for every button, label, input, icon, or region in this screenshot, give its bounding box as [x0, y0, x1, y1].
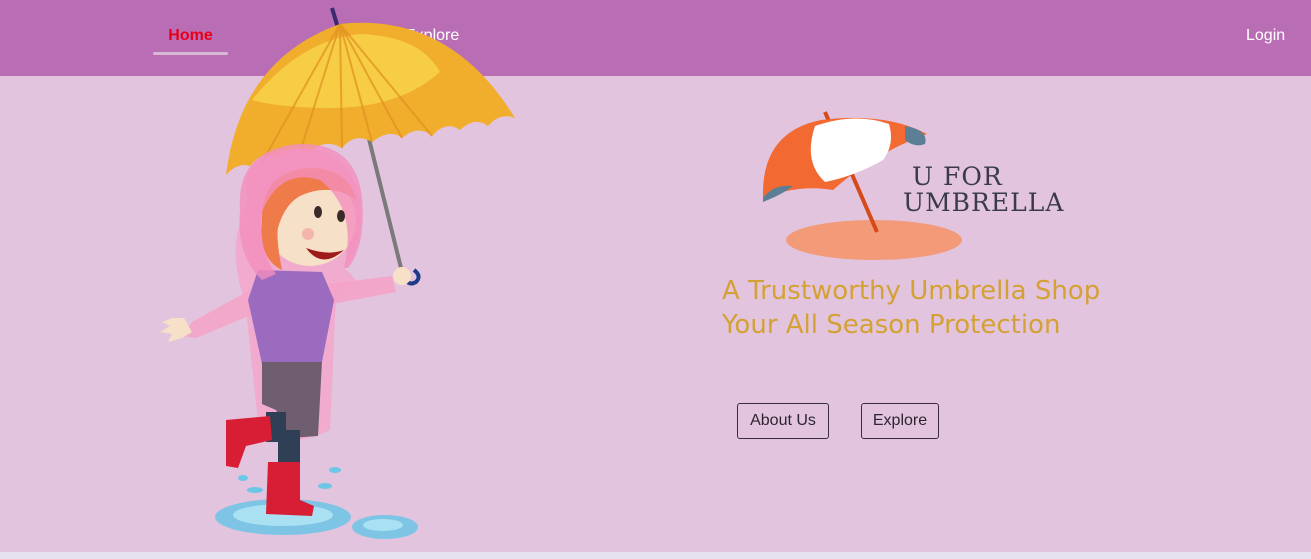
- logo-text-line2: UMBRELLA: [903, 188, 1065, 217]
- nav-login-link[interactable]: Login: [1246, 27, 1285, 45]
- about-us-button[interactable]: About Us: [737, 403, 829, 439]
- hero-tagline: A Trustworthy Umbrella Shop Your All Sea…: [722, 274, 1100, 342]
- logo-text-line1: U FOR: [912, 162, 1003, 191]
- explore-button[interactable]: Explore: [861, 403, 939, 439]
- girl-with-umbrella-illustration: [160, 7, 515, 539]
- tagline-line1: A Trustworthy Umbrella Shop: [722, 276, 1101, 306]
- brand-logo: U FOR UMBRELLA: [755, 104, 1075, 269]
- tagline-line2: Your All Season Protection: [722, 310, 1061, 340]
